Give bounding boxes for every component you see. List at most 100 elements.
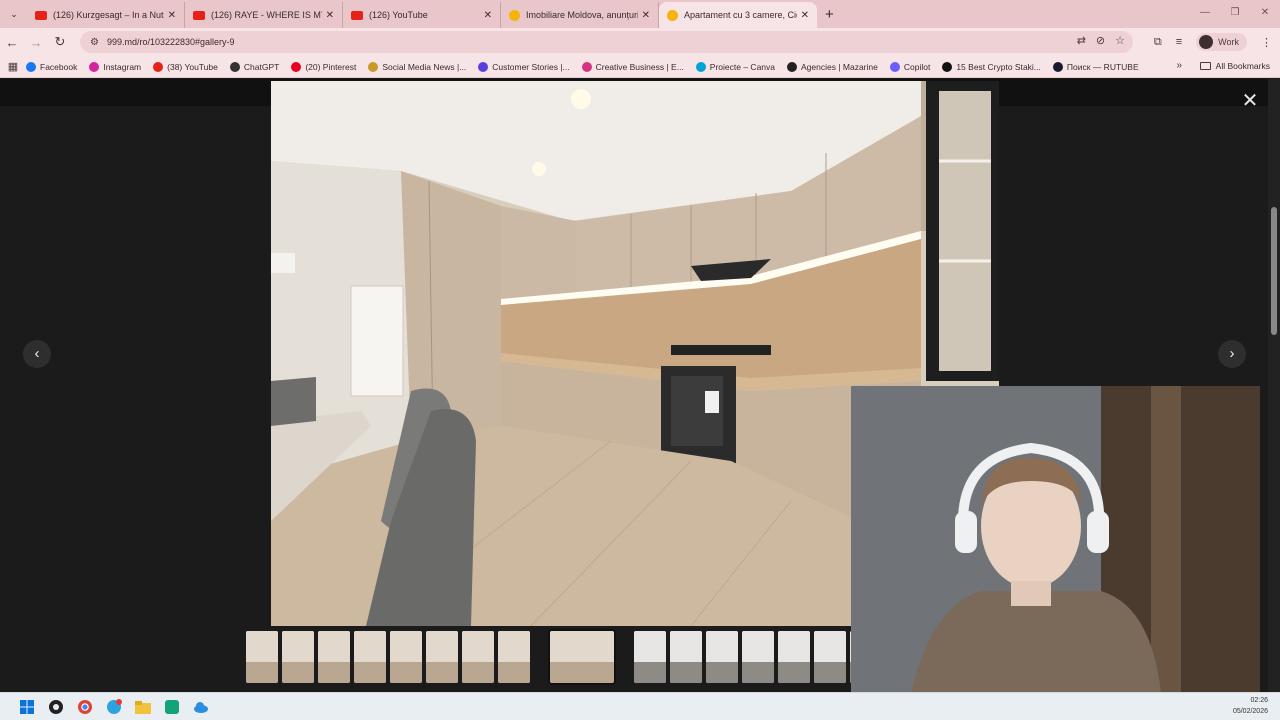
bookmark-item[interactable]: (38) YouTube — [153, 61, 218, 72]
bookmark-item[interactable]: Facebook — [26, 61, 77, 72]
extensions-icon[interactable]: ⧉ — [1154, 36, 1162, 49]
bookmark-favicon-icon — [787, 61, 797, 72]
bookmark-item[interactable]: Instagram — [89, 61, 141, 72]
system-clock[interactable]: 02:26 05/02/2026 — [1233, 695, 1268, 717]
bookmark-label: Customer Stories |... — [492, 61, 570, 72]
thumbnail-active[interactable] — [548, 629, 616, 685]
reload-icon[interactable]: ↻ — [48, 34, 72, 50]
thumbnail-wall — [318, 631, 350, 663]
thumbnail[interactable] — [246, 631, 278, 683]
bookmark-label: Поиск — RUTUBE — [1066, 61, 1139, 72]
taskbar-telegram[interactable] — [99, 696, 128, 718]
tab-search-button[interactable]: ⌄ — [5, 5, 23, 23]
scrollbar-thumb[interactable] — [1271, 207, 1277, 335]
bookmark-item[interactable]: Customer Stories |... — [478, 61, 570, 72]
page-scrollbar[interactable] — [1268, 79, 1280, 692]
back-icon[interactable]: ← — [0, 35, 24, 50]
thumbnail[interactable] — [282, 631, 314, 683]
chevron-right-icon: › — [1229, 345, 1235, 362]
thumbnail-wall — [498, 631, 530, 663]
thumbnail[interactable] — [318, 631, 350, 683]
translate-icon[interactable]: ⇄ — [1077, 34, 1086, 47]
site-settings-icon[interactable]: ⚙ — [90, 37, 99, 48]
thumbnail-floor — [282, 662, 314, 683]
chrome-icon — [77, 699, 92, 714]
restore-icon[interactable]: ❐ — [1220, 0, 1250, 28]
thumbnail-wall — [634, 631, 666, 663]
thumbnail[interactable] — [426, 631, 458, 683]
bookmark-item[interactable]: Proiecte – Canva — [695, 61, 775, 72]
minimize-icon[interactable]: — — [1190, 0, 1220, 28]
bookmark-favicon-icon — [153, 61, 164, 72]
thumbnail[interactable] — [670, 631, 702, 683]
bookmark-item[interactable]: 15 Best Crypto Staki... — [942, 61, 1041, 72]
more-bookmarks-icon[interactable]: » — [1176, 60, 1182, 71]
thumbnail-wall — [282, 631, 314, 663]
bookmark-item[interactable]: Social Media News |... — [368, 61, 467, 72]
avatar — [1199, 35, 1214, 49]
apps-grid-icon[interactable]: ▦ — [0, 60, 26, 73]
close-tab-icon[interactable]: ✕ — [168, 10, 176, 21]
youtube-icon — [193, 10, 205, 20]
close-tab-icon[interactable]: ✕ — [642, 10, 650, 21]
thumbnail-floor — [390, 662, 422, 683]
close-tab-icon[interactable]: ✕ — [801, 10, 809, 21]
all-bookmarks-button[interactable]: All Bookmarks — [1199, 61, 1270, 71]
telegram-icon — [106, 698, 122, 714]
close-tab-icon[interactable]: ✕ — [484, 10, 492, 21]
more-menu-icon[interactable]: ⋮ — [1261, 36, 1272, 49]
bookmark-item[interactable]: Creative Business | E... — [581, 61, 684, 72]
next-photo-button[interactable]: › — [1218, 340, 1246, 368]
clock-date: 05/02/2026 — [1232, 708, 1268, 715]
tab-raye[interactable]: (126) RAYE - WHERE IS MY HUS ✕ — [185, 2, 343, 28]
bookmark-item[interactable]: ChatGPT — [229, 61, 279, 72]
thumbnail-wall — [706, 631, 738, 663]
thumbnail[interactable] — [462, 631, 494, 683]
windows-icon — [19, 699, 34, 714]
close-window-icon[interactable]: ✕ — [1250, 0, 1280, 28]
bookmark-label: Creative Business | E... — [595, 61, 684, 72]
thumbnail-floor — [550, 662, 614, 683]
thumbnail[interactable] — [390, 631, 422, 683]
bookmark-item[interactable]: Поиск — RUTUBE — [1052, 61, 1139, 72]
forward-icon[interactable]: → — [24, 35, 48, 50]
tab-kurzgesagt[interactable]: (126) Kurzgesagt – In a Nutshe ✕ — [27, 2, 185, 28]
thumbnail[interactable] — [706, 631, 738, 683]
media-icon[interactable]: ≡ — [1176, 36, 1182, 48]
thumbnail[interactable] — [814, 631, 846, 683]
tab-youtube[interactable]: (126) YouTube ✕ — [343, 2, 501, 28]
webcam-person-image — [851, 386, 1260, 693]
thumbnail[interactable] — [354, 631, 386, 683]
thumbnail-floor — [354, 662, 386, 683]
thumbnail-wall — [354, 631, 386, 663]
star-icon[interactable]: ☆ — [1115, 34, 1125, 47]
thumbnail[interactable] — [498, 631, 530, 683]
tab-apartament[interactable]: Apartament cu 3 camere, Cioca ✕ — [659, 2, 817, 28]
thumbnail[interactable] — [778, 631, 810, 683]
previous-photo-button[interactable]: ‹ — [23, 340, 51, 368]
taskbar-onedrive[interactable] — [186, 696, 215, 718]
bookmark-item[interactable]: Copilot — [889, 61, 930, 72]
folder-icon — [134, 700, 151, 714]
taskbar-app-g[interactable] — [41, 696, 70, 718]
tab-title: Apartament cu 3 camere, Cioca — [684, 10, 797, 20]
bookmark-item[interactable]: Agencies | Mazarine — [787, 61, 878, 72]
tab-imobiliare[interactable]: Imobiliare Moldova, anunțuri d ✕ — [501, 2, 659, 28]
close-tab-icon[interactable]: ✕ — [326, 10, 334, 21]
address-bar[interactable]: ⚙ 999.md/ro/103222830#gallery-9 ⇄ ⊘ ☆ — [80, 31, 1133, 53]
youtube-icon — [351, 10, 363, 20]
bookmark-label: Social Media News |... — [382, 61, 467, 72]
eye-off-icon[interactable]: ⊘ — [1096, 34, 1105, 47]
new-tab-button[interactable]: + — [825, 6, 834, 23]
profile-button[interactable]: Work — [1196, 33, 1247, 51]
bookmarks-list: Facebook Instagram (38) YouTube ChatGPT (20)… — [26, 61, 1151, 72]
bookmarks-bar: ▦ Facebook Instagram (38) YouTube ChatGPT (2… — [0, 56, 1280, 78]
bookmark-item[interactable]: (20) Pinterest — [291, 61, 356, 72]
taskbar-file-explorer[interactable] — [128, 696, 157, 718]
start-button[interactable] — [12, 696, 41, 718]
close-gallery-button[interactable]: ✕ — [1240, 91, 1260, 111]
taskbar-app-green[interactable] — [157, 696, 186, 718]
taskbar-chrome[interactable] — [70, 696, 99, 718]
thumbnail[interactable] — [634, 631, 666, 683]
thumbnail[interactable] — [742, 631, 774, 683]
